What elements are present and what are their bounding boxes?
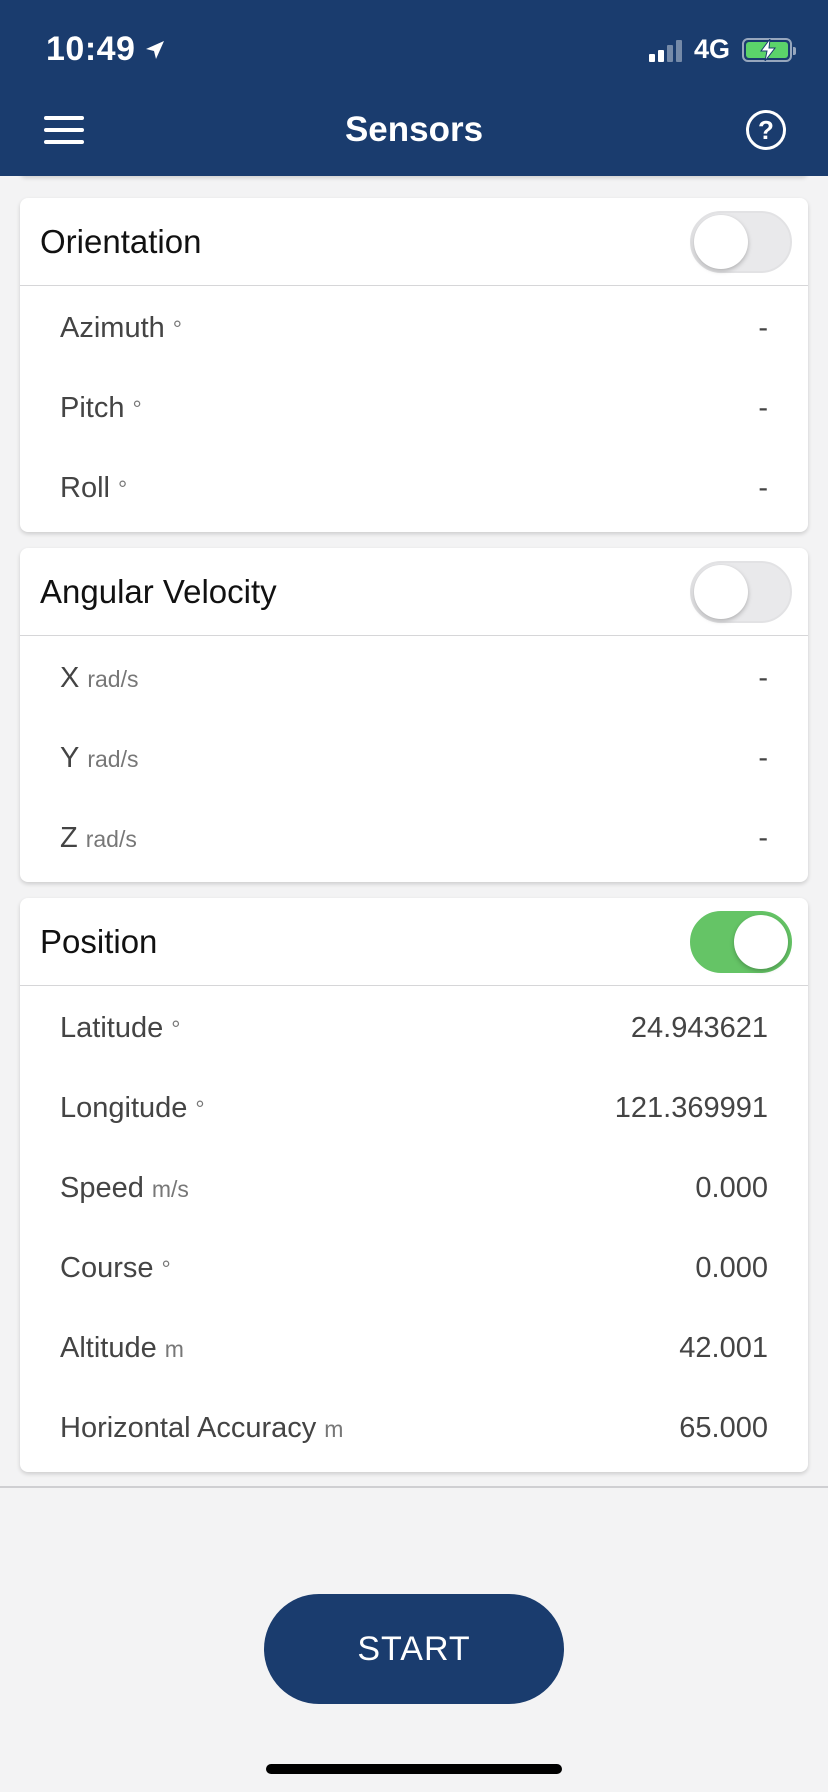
help-circle-icon[interactable]: ?	[746, 110, 786, 150]
row-unit: °	[171, 1015, 181, 1042]
row-label: Y	[60, 741, 80, 774]
angular-velocity-card: Angular Velocity Xrad/s - Yrad/s - Zrad/…	[20, 548, 808, 882]
top-bar: 10:49 4G Sensors ?	[0, 0, 828, 176]
orientation-toggle[interactable]	[690, 210, 792, 273]
row-unit: m	[164, 1335, 184, 1362]
row-value: -	[758, 661, 768, 694]
row-label: Course	[60, 1251, 154, 1284]
row-unit: rad/s	[87, 665, 139, 692]
sensor-list[interactable]: Orientation Azimuth ° - Pitch ° - Roll ° - …	[0, 176, 828, 1486]
row-value: -	[758, 821, 768, 854]
sensor-row-horizontal-accuracy: Horizontal Accuracy m 65.000	[20, 1388, 808, 1468]
status-indicators: 4G	[648, 34, 796, 65]
row-value: -	[758, 741, 768, 774]
row-unit: rad/s	[85, 825, 137, 852]
help-glyph: ?	[758, 114, 774, 145]
row-unit: m	[324, 1415, 344, 1442]
row-label: X	[60, 661, 80, 694]
position-card: Position Latitude ° 24.943621 Longitude ° …	[20, 898, 808, 1472]
footer-divider	[0, 1486, 828, 1488]
row-unit: °	[195, 1095, 205, 1122]
card-header: Orientation	[20, 198, 808, 286]
sensor-row-pitch: Pitch ° -	[20, 368, 808, 448]
home-indicator[interactable]	[266, 1764, 562, 1774]
row-label: Z	[60, 821, 78, 854]
row-value: 121.369991	[614, 1091, 768, 1124]
row-value: 24.943621	[630, 1011, 768, 1044]
row-value: -	[758, 471, 768, 504]
sensor-row-course: Course ° 0.000	[20, 1228, 808, 1308]
charging-bolt-icon	[760, 38, 777, 61]
card-title: Angular Velocity	[40, 572, 277, 610]
row-unit: °	[132, 395, 142, 422]
network-label: 4G	[693, 34, 730, 64]
row-value: 65.000	[679, 1411, 768, 1444]
row-label: Roll	[60, 471, 110, 504]
status-time: 10:49	[46, 30, 167, 69]
row-unit: °	[161, 1255, 171, 1282]
sensor-row-longitude: Longitude ° 121.369991	[20, 1068, 808, 1148]
sensor-row-x: Xrad/s -	[20, 638, 808, 718]
card-header: Angular Velocity	[20, 548, 808, 636]
row-label: Latitude	[60, 1011, 164, 1044]
sensor-row-azimuth: Azimuth ° -	[20, 288, 808, 368]
row-value: -	[758, 391, 768, 424]
row-label: Azimuth	[60, 311, 165, 344]
card-title: Position	[40, 922, 158, 960]
angular-velocity-toggle[interactable]	[690, 560, 792, 623]
position-toggle[interactable]	[690, 910, 792, 973]
location-arrow-icon	[146, 40, 165, 59]
sensor-row-z: Zrad/s -	[20, 798, 808, 878]
battery-icon	[742, 37, 796, 62]
card-header: Position	[20, 898, 808, 986]
row-unit: °	[117, 475, 128, 502]
sensor-row-speed: Speed m/s 0.000	[20, 1148, 808, 1228]
sensor-row-altitude: Altitude m 42.001	[20, 1308, 808, 1388]
page-title: Sensors	[344, 110, 484, 149]
row-unit: °	[172, 315, 182, 342]
row-label: Altitude	[60, 1331, 157, 1364]
row-label: Horizontal Accuracy	[60, 1411, 317, 1444]
sensor-row-y: Yrad/s -	[20, 718, 808, 798]
card-title: Orientation	[40, 222, 202, 260]
sensor-row-latitude: Latitude ° 24.943621	[20, 988, 808, 1068]
row-value: 0.000	[695, 1171, 768, 1204]
start-button[interactable]: START	[264, 1594, 564, 1704]
row-value: 42.001	[679, 1331, 768, 1364]
row-label: Speed	[60, 1171, 144, 1204]
row-value: 0.000	[695, 1251, 768, 1284]
row-value: -	[758, 311, 768, 344]
signal-strength-icon	[648, 38, 682, 62]
sensor-row-roll: Roll ° -	[20, 448, 808, 528]
row-label: Longitude	[60, 1091, 188, 1124]
orientation-card: Orientation Azimuth ° - Pitch ° - Roll ° -	[20, 198, 808, 532]
row-label: Pitch	[60, 391, 125, 424]
row-unit: m/s	[151, 1175, 189, 1202]
row-unit: rad/s	[87, 745, 139, 772]
status-time-text: 10:49	[46, 30, 136, 68]
